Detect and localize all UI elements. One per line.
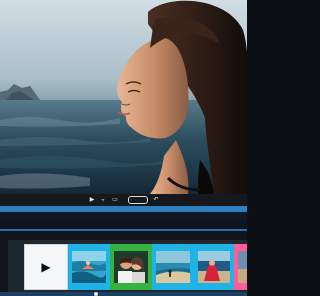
preview-frame-image (0, 0, 247, 194)
timeline-bottom-bar (0, 292, 247, 296)
timeline-clip-couple[interactable] (110, 244, 152, 290)
play-icon: ▶ (89, 196, 95, 203)
timecode-field[interactable] (128, 196, 148, 204)
player-controls: ▶ ⫟ ▭ ↶ (0, 194, 247, 206)
surfers-thumbnail (72, 251, 106, 283)
couple-thumbnail (114, 251, 148, 283)
ruler-line (0, 229, 247, 231)
split-button[interactable]: ⫟ (98, 196, 108, 204)
red-dress-thumbnail (198, 251, 230, 283)
timeline-clip-surfers[interactable] (68, 244, 110, 290)
timeline-clip-beach[interactable] (152, 244, 194, 290)
beach-thumbnail (156, 251, 190, 283)
timeline-clip-red-dress[interactable] (194, 244, 234, 290)
timeline-ruler[interactable] (0, 212, 247, 232)
play-button[interactable]: ▶ (88, 196, 96, 204)
partial-thumbnail (238, 251, 247, 283)
split-icon: ⫟ (101, 196, 105, 203)
timeline-clip-partial[interactable] (234, 244, 247, 290)
playhead-handle[interactable] (94, 292, 98, 296)
timeline-clip-play-card[interactable]: ▶ (24, 244, 68, 290)
timeline: ▶ (0, 212, 247, 296)
caption-button[interactable]: ▭ (110, 196, 120, 204)
play-icon: ▶ (41, 260, 51, 274)
caption-icon: ▭ (112, 196, 118, 203)
undo-icon: ↶ (153, 196, 159, 203)
undo-button[interactable]: ↶ (152, 196, 160, 204)
video-editor: ▶ ⫟ ▭ ↶ ▶ (0, 0, 247, 296)
video-preview[interactable] (0, 0, 247, 194)
